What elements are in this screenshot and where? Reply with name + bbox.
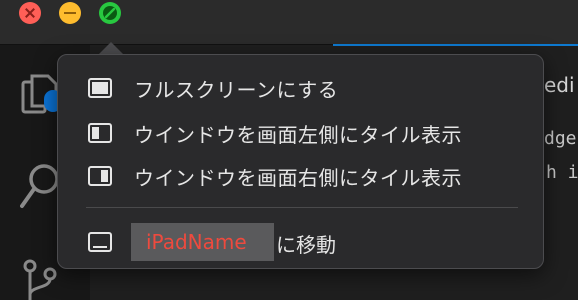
minimize-button[interactable] bbox=[59, 2, 81, 24]
menu-item-label: フルスクリーンにする bbox=[134, 78, 339, 102]
menu-divider bbox=[86, 207, 518, 208]
screen: edi dge h i フルスクリーンにする ウインドウを画面左側にタイル表示 bbox=[0, 0, 578, 300]
source-control-icon[interactable] bbox=[20, 258, 60, 300]
active-tab-indicator bbox=[333, 44, 578, 46]
editor-text-fragment: h i bbox=[546, 162, 578, 183]
editor-text-fragment: edi bbox=[544, 73, 575, 97]
editor-text-fragment: dge bbox=[544, 128, 577, 149]
tile-left-icon bbox=[88, 123, 112, 143]
device-name: iPadName bbox=[146, 230, 247, 254]
window-tile-menu: フルスクリーンにする ウインドウを画面左側にタイル表示 ウインドウを画面右側にタ… bbox=[57, 54, 544, 269]
menu-item-label: ウインドウを画面左側にタイル表示 bbox=[134, 123, 462, 147]
menu-item-fullscreen[interactable]: フルスクリーンにする bbox=[58, 68, 543, 108]
ipad-icon bbox=[88, 232, 112, 252]
menu-item-tile-left[interactable]: ウインドウを画面左側にタイル表示 bbox=[58, 113, 543, 153]
move-label: に移動 bbox=[276, 233, 336, 257]
search-icon[interactable] bbox=[20, 162, 60, 212]
menu-item-tile-right[interactable]: ウインドウを画面右側にタイル表示 bbox=[58, 156, 543, 196]
menu-item-label: ウインドウを画面右側にタイル表示 bbox=[134, 166, 462, 190]
window-titlebar bbox=[0, 0, 578, 44]
tile-right-icon bbox=[88, 166, 112, 186]
zoom-button[interactable] bbox=[99, 2, 121, 24]
close-button[interactable] bbox=[19, 2, 41, 24]
fullscreen-icon bbox=[88, 78, 112, 98]
zoom-arrows-icon bbox=[103, 6, 117, 20]
